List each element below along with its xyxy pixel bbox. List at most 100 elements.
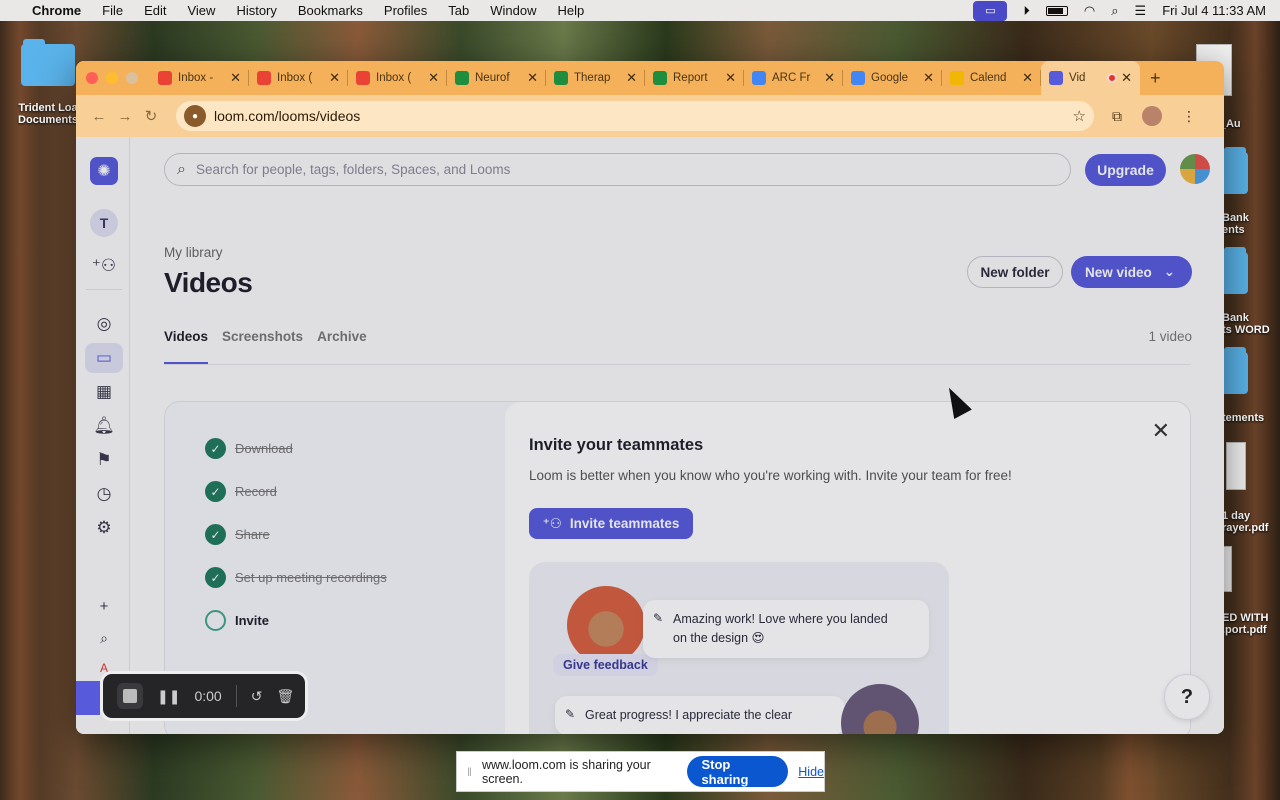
- restart-icon[interactable]: ↺: [251, 688, 263, 705]
- close-tab-icon[interactable]: ✕: [923, 70, 934, 86]
- close-tab-icon[interactable]: ✕: [626, 70, 637, 86]
- pencil-icon: ✎: [653, 611, 664, 625]
- more-menu-icon[interactable]: ⋮: [1182, 108, 1196, 125]
- close-tab-icon[interactable]: ✕: [1121, 70, 1132, 86]
- drag-handle-icon[interactable]: ‖: [467, 765, 472, 779]
- tab-videos[interactable]: Videos: [164, 329, 209, 365]
- address-bar[interactable]: ● loom.com/looms/videos ☆: [176, 101, 1094, 131]
- close-tab-icon[interactable]: ✕: [1022, 70, 1033, 86]
- bookmark-star-icon[interactable]: ☆: [1073, 107, 1086, 125]
- wifi-icon[interactable]: ◠: [1084, 3, 1095, 19]
- tab-search-icon[interactable]: ⧉: [1112, 108, 1122, 125]
- back-arrow-icon[interactable]: ←: [86, 108, 112, 125]
- media-play-icon[interactable]: ⏵: [1023, 3, 1030, 19]
- menu-history[interactable]: History: [236, 3, 276, 18]
- bookmark-icon[interactable]: ⚑: [93, 449, 115, 471]
- browser-tab[interactable]: ARC Fr ✕: [744, 61, 843, 95]
- checklist-item[interactable]: Invite: [205, 610, 269, 631]
- menu-edit[interactable]: Edit: [144, 3, 166, 18]
- add-user-icon[interactable]: ⁺⚇: [92, 255, 116, 277]
- desktop-folder-bank-1[interactable]: Bank ents: [1222, 140, 1280, 236]
- battery-icon[interactable]: [1045, 5, 1068, 16]
- menu-help[interactable]: Help: [558, 3, 585, 18]
- help-button[interactable]: ?: [1164, 674, 1210, 720]
- checklist-item[interactable]: ✓ Record: [205, 481, 277, 502]
- desktop-file-report[interactable]: ED WITH .port.pdf: [1222, 534, 1280, 636]
- close-window-icon[interactable]: [86, 72, 98, 84]
- browser-tab[interactable]: Inbox - ✕: [150, 61, 249, 95]
- menu-clock[interactable]: Fri Jul 4 11:33 AM: [1162, 3, 1266, 18]
- user-avatar[interactable]: [1180, 154, 1210, 184]
- checklist-item[interactable]: ✓ Set up meeting recordings: [205, 567, 387, 588]
- add-icon[interactable]: +: [93, 595, 115, 617]
- desktop-file-prayer[interactable]: 1 day rayer.pdf: [1222, 430, 1280, 534]
- stop-sharing-button[interactable]: Stop sharing: [687, 756, 789, 787]
- menu-file[interactable]: File: [102, 3, 123, 18]
- invite-teammates-button[interactable]: ⁺⚇ Invite teammates: [529, 508, 693, 539]
- calendar-icon[interactable]: ▦: [93, 381, 115, 403]
- menu-window[interactable]: Window: [490, 3, 536, 18]
- spotlight-search-icon[interactable]: ⌕: [1111, 3, 1118, 19]
- menu-app-name[interactable]: Chrome: [32, 3, 81, 18]
- library-icon[interactable]: ▭: [85, 343, 123, 373]
- desktop-folder-statements[interactable]: tements: [1222, 340, 1280, 424]
- checklist-label: Download: [235, 441, 293, 456]
- zoom-window-icon[interactable]: [126, 72, 138, 84]
- browser-tab[interactable]: Inbox (✕: [348, 61, 447, 95]
- loom-logo-icon[interactable]: ✺: [90, 157, 118, 185]
- browser-tab[interactable]: Vid ✕: [1041, 61, 1140, 95]
- close-tab-icon[interactable]: ✕: [527, 70, 538, 86]
- menu-view[interactable]: View: [187, 3, 215, 18]
- close-icon[interactable]: ✕: [1152, 418, 1170, 444]
- pause-icon[interactable]: ❚❚: [157, 688, 180, 705]
- breadcrumb[interactable]: My library: [164, 245, 223, 260]
- profile-avatar-icon[interactable]: [1142, 106, 1162, 126]
- workspace-avatar[interactable]: T: [90, 209, 118, 237]
- settings-gear-icon[interactable]: ⚙: [93, 517, 115, 539]
- close-tab-icon[interactable]: ✕: [230, 70, 241, 86]
- close-tab-icon[interactable]: ✕: [824, 70, 835, 86]
- browser-tab[interactable]: Google ✕: [843, 61, 942, 95]
- menu-bookmarks[interactable]: Bookmarks: [298, 3, 363, 18]
- tab-title: ARC Fr: [772, 72, 811, 84]
- close-tab-icon[interactable]: ✕: [329, 70, 340, 86]
- sharing-text: www.loom.com is sharing your screen.: [481, 757, 651, 786]
- trash-icon[interactable]: 🗑︎: [276, 688, 294, 705]
- checklist-item[interactable]: ✓ Share: [205, 524, 270, 545]
- new-video-button[interactable]: New video ⌄: [1071, 256, 1192, 288]
- desktop-folder-bank-2[interactable]: Bank ts WORD: [1222, 240, 1280, 336]
- minimize-window-icon[interactable]: [106, 72, 118, 84]
- menu-profiles[interactable]: Profiles: [384, 3, 427, 18]
- browser-tab[interactable]: Inbox (✕: [249, 61, 348, 95]
- pdf-file-icon: [1226, 442, 1246, 490]
- chevron-down-icon[interactable]: ⌄: [1164, 264, 1175, 280]
- search-icon[interactable]: ⌕: [93, 627, 115, 649]
- search-bar[interactable]: ⌕ Search for people, tags, folders, Spac…: [164, 153, 1071, 186]
- browser-tab[interactable]: Calend ✕: [942, 61, 1041, 95]
- new-folder-button[interactable]: New folder: [967, 256, 1063, 288]
- reload-icon[interactable]: ↻: [138, 107, 164, 125]
- browser-tab[interactable]: Neurof ✕: [447, 61, 546, 95]
- stop-recording-button[interactable]: [117, 683, 143, 709]
- menu-tab[interactable]: Tab: [448, 3, 469, 18]
- history-clock-icon[interactable]: ◷: [93, 483, 115, 505]
- new-tab-icon[interactable]: +: [1150, 68, 1161, 89]
- mic-icon[interactable]: ●: [184, 105, 206, 127]
- control-center-icon[interactable]: ☰: [1135, 3, 1147, 19]
- comment-bubble-1: ✎ Amazing work! Love where you landed on…: [643, 600, 929, 658]
- close-tab-icon[interactable]: ✕: [428, 70, 439, 86]
- bell-icon[interactable]: 🔔︎: [93, 415, 115, 437]
- address-url[interactable]: loom.com/looms/videos: [214, 108, 1073, 124]
- forward-arrow-icon[interactable]: →: [112, 108, 138, 125]
- tab-screenshots[interactable]: Screenshots: [222, 329, 303, 365]
- screen-sharing-icon[interactable]: ▭: [973, 0, 1008, 21]
- tab-archive[interactable]: Archive: [317, 329, 367, 365]
- profile-icon[interactable]: ◎: [93, 313, 115, 335]
- upgrade-button[interactable]: Upgrade: [1085, 154, 1166, 186]
- hide-link[interactable]: Hide: [798, 765, 824, 779]
- recorder-handle[interactable]: [76, 681, 100, 715]
- browser-tab[interactable]: Therap ✕: [546, 61, 645, 95]
- browser-tab[interactable]: Report ✕: [645, 61, 744, 95]
- checklist-item[interactable]: ✓ Download: [205, 438, 293, 459]
- close-tab-icon[interactable]: ✕: [725, 70, 736, 86]
